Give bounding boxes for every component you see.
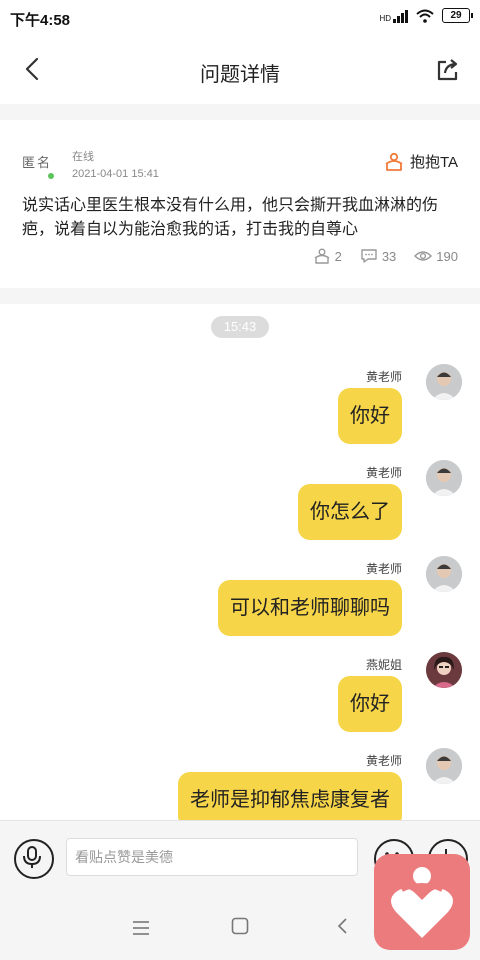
question-card: 匿名 在线 2021-04-01 15:41 抱抱TA 说实话心里医生根本没有什… <box>0 120 480 288</box>
message-input[interactable] <box>66 838 358 876</box>
avatar[interactable] <box>426 652 462 688</box>
eye-icon <box>414 251 433 261</box>
signal-icon: HD <box>379 9 408 23</box>
comment-count[interactable]: 33 <box>360 248 396 264</box>
online-indicator <box>48 173 54 179</box>
network-label: HD <box>379 13 391 23</box>
sender-name: 黄老师 <box>365 370 402 384</box>
hug-count-icon <box>314 248 330 264</box>
view-count-value: 190 <box>436 248 458 264</box>
avatar[interactable] <box>426 460 462 496</box>
comment-icon <box>361 249 377 263</box>
nav-back-icon[interactable] <box>333 916 353 936</box>
page-title: 问题详情 <box>200 64 280 86</box>
microphone-icon <box>23 846 41 868</box>
status-bar: 下午4:58 HD 29 <box>0 0 480 36</box>
author-avatar: 匿名 <box>22 156 53 171</box>
chat-area[interactable]: 15:43 黄老师 你好 黄老师 你怎么了 黄老师 可以和老师聊聊吗 燕妮姐 你… <box>0 304 480 820</box>
app-logo-icon <box>391 867 453 938</box>
online-status: 在线 <box>72 151 94 163</box>
hug-label: 抱抱TA <box>409 154 458 171</box>
app-logo-badge[interactable] <box>374 854 470 950</box>
avatar[interactable] <box>426 556 462 592</box>
share-icon[interactable] <box>434 56 462 84</box>
hug-button[interactable]: 抱抱TA <box>384 151 458 172</box>
menu-icon[interactable] <box>131 918 151 938</box>
message-bubble[interactable]: 可以和老师聊聊吗 <box>218 580 402 636</box>
header: 问题详情 <box>0 36 480 104</box>
chat-message: 黄老师 老师是抑郁焦虑康复者 <box>4 748 464 820</box>
chat-message: 黄老师 你好 <box>4 364 464 458</box>
sender-name: 黄老师 <box>365 754 402 768</box>
message-bubble[interactable]: 你怎么了 <box>298 484 402 540</box>
hug-count-value: 2 <box>334 248 342 264</box>
hug-count[interactable]: 2 <box>313 248 342 264</box>
status-icons: HD 29 <box>379 8 473 23</box>
sender-name: 燕妮姐 <box>365 658 402 672</box>
comment-count-value: 33 <box>381 248 397 264</box>
view-count: 190 <box>414 248 458 264</box>
message-bubble[interactable]: 老师是抑郁焦虑康复者 <box>178 772 402 820</box>
wifi-icon <box>416 9 434 23</box>
sender-name: 黄老师 <box>365 466 402 480</box>
home-icon[interactable] <box>231 917 249 935</box>
chat-message: 黄老师 你怎么了 <box>4 460 464 554</box>
question-text: 说实话心里医生根本没有什么用，他只会撕开我血淋淋的伤疤，说着自以为能治愈我的话，… <box>22 197 439 238</box>
battery-icon: 29 <box>442 8 473 23</box>
message-bubble[interactable]: 你好 <box>338 388 402 444</box>
voice-button[interactable] <box>14 839 54 879</box>
message-bubble[interactable]: 你好 <box>338 676 402 732</box>
chat-message: 燕妮姐 你好 <box>4 652 464 746</box>
avatar[interactable] <box>426 748 462 784</box>
time-divider: 15:43 <box>211 316 269 338</box>
post-date: 2021-04-01 15:41 <box>72 168 159 180</box>
status-time: 下午4:58 <box>10 12 71 29</box>
sender-name: 黄老师 <box>365 562 402 576</box>
chat-message: 黄老师 可以和老师聊聊吗 <box>4 556 464 650</box>
hug-icon <box>385 152 403 171</box>
question-stats: 2 33 190 <box>313 248 458 264</box>
avatar[interactable] <box>426 364 462 400</box>
